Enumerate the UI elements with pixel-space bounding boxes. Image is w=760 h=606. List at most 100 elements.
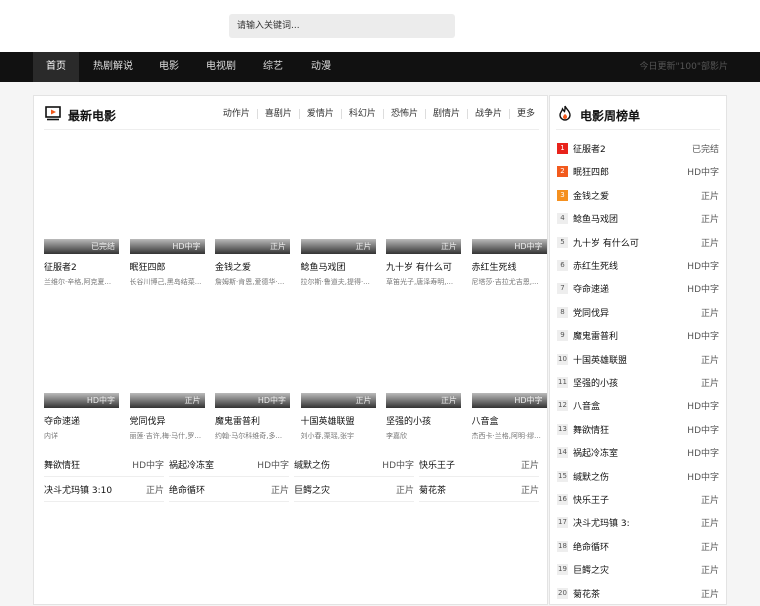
rank-title[interactable]: 眠狂四郎 [573, 165, 609, 178]
rank-title[interactable]: 魔鬼雷普利 [573, 329, 618, 342]
ranking-item[interactable]: 9 魔鬼雷普利 HD中字 [557, 325, 721, 348]
ranking-item[interactable]: 8 党同伐异 正片 [557, 302, 721, 325]
movie-poster[interactable]: HD中字 [215, 288, 290, 408]
movie-poster[interactable]: HD中字 [129, 134, 205, 254]
list-item-name[interactable]: 缄默之伤 [294, 458, 330, 471]
tab-drama[interactable]: 剧情片 [426, 109, 468, 119]
movie-title[interactable]: 征服者2 [44, 260, 119, 273]
nav-item-anime[interactable]: 动漫 [302, 52, 340, 82]
movie-poster[interactable]: 正片 [215, 134, 290, 254]
movie-title[interactable]: 眠狂四郎 [130, 260, 205, 273]
list-item-name[interactable]: 菊花茶 [419, 483, 446, 496]
list-item-name[interactable]: 巨鳄之灾 [294, 483, 330, 496]
list-item-name[interactable]: 快乐王子 [419, 458, 455, 471]
ranking-item[interactable]: 3 金钱之爱 正片 [557, 185, 721, 208]
movie-card[interactable]: 正片 十国英雄联盟 刘小春,栗瑶,张宇 [300, 288, 376, 441]
list-item[interactable]: 祸起冷冻室 HD中字 [169, 454, 289, 477]
ranking-item[interactable]: 1 征服者2 已完结 [557, 138, 721, 161]
nav-item-drama-commentary[interactable]: 热剧解说 [86, 52, 140, 82]
list-item[interactable]: 巨鳄之灾 正片 [294, 479, 414, 502]
movie-title[interactable]: 魔鬼雷普利 [215, 414, 290, 427]
list-item-name[interactable]: 绝命循环 [169, 483, 205, 496]
rank-title[interactable]: 鲶鱼马戏团 [573, 212, 618, 225]
ranking-item[interactable]: 4 鲶鱼马戏团 正片 [557, 208, 721, 231]
movie-title[interactable]: 夺命速递 [44, 414, 119, 427]
movie-title[interactable]: 赤红生死线 [472, 260, 547, 273]
movie-card[interactable]: HD中字 夺命速递 内详 [44, 288, 119, 441]
ranking-item[interactable]: 11 坚强的小孩 正片 [557, 372, 721, 395]
search-input[interactable] [229, 14, 455, 38]
list-item[interactable]: 缄默之伤 HD中字 [294, 454, 414, 477]
movie-title[interactable]: 党同伐异 [130, 414, 205, 427]
ranking-item[interactable]: 2 眠狂四郎 HD中字 [557, 161, 721, 184]
list-item[interactable]: 菊花茶 正片 [419, 479, 539, 502]
ranking-item[interactable]: 13 舞欲情狂 HD中字 [557, 419, 721, 442]
ranking-item[interactable]: 16 快乐王子 正片 [557, 489, 721, 512]
nav-item-home[interactable]: 首页 [33, 52, 79, 82]
movie-card[interactable]: 正片 坚强的小孩 李嘉欣 [386, 288, 461, 441]
movie-poster[interactable]: 正片 [300, 134, 376, 254]
movie-poster[interactable]: 正片 [386, 288, 461, 408]
movie-card[interactable]: HD中字 八音盒 杰西卡·兰格,阿明·缪... [471, 288, 547, 441]
nav-item-movies[interactable]: 电影 [150, 52, 188, 82]
list-item-name[interactable]: 舞欲情狂 [44, 458, 80, 471]
tab-action[interactable]: 动作片 [216, 109, 258, 119]
movie-poster[interactable]: HD中字 [471, 288, 547, 408]
movie-title[interactable]: 鲶鱼马戏团 [301, 260, 376, 273]
movie-poster[interactable]: 已完结 [44, 134, 119, 254]
rank-title[interactable]: 缄默之伤 [573, 470, 609, 483]
rank-title[interactable]: 绝命循环 [573, 540, 609, 553]
rank-title[interactable]: 舞欲情狂 [573, 423, 609, 436]
movie-poster[interactable]: 正片 [129, 288, 205, 408]
list-item[interactable]: 快乐王子 正片 [419, 454, 539, 477]
tab-horror[interactable]: 恐怖片 [384, 109, 426, 119]
ranking-item[interactable]: 7 夺命速递 HD中字 [557, 278, 721, 301]
ranking-item[interactable]: 5 九十岁 有什么可 正片 [557, 232, 721, 255]
rank-title[interactable]: 快乐王子 [573, 493, 609, 506]
movie-title[interactable]: 坚强的小孩 [386, 414, 461, 427]
ranking-item[interactable]: 14 祸起冷冻室 HD中字 [557, 442, 721, 465]
ranking-item[interactable]: 18 绝命循环 正片 [557, 536, 721, 559]
movie-poster[interactable]: 正片 [300, 288, 376, 408]
rank-title[interactable]: 八音盒 [573, 399, 600, 412]
movie-poster[interactable]: HD中字 [44, 288, 119, 408]
movie-card[interactable]: 正片 党同伐异 丽莲·吉许,梅·马什,罗... [129, 288, 205, 441]
rank-title[interactable]: 赤红生死线 [573, 259, 618, 272]
tab-more[interactable]: 更多 [510, 109, 535, 119]
rank-title[interactable]: 决斗尤玛镇 3: [573, 516, 630, 529]
ranking-item[interactable]: 12 八音盒 HD中字 [557, 395, 721, 418]
ranking-item[interactable]: 19 巨鳄之灾 正片 [557, 559, 721, 582]
movie-poster[interactable]: 正片 [386, 134, 461, 254]
movie-title[interactable]: 十国英雄联盟 [301, 414, 376, 427]
rank-title[interactable]: 坚强的小孩 [573, 376, 618, 389]
rank-title[interactable]: 金钱之爱 [573, 189, 609, 202]
nav-item-variety[interactable]: 综艺 [254, 52, 292, 82]
movie-title[interactable]: 九十岁 有什么可 [386, 260, 461, 273]
movie-card[interactable]: 已完结 征服者2 兰维尔·辛格,阿克夏... [44, 134, 119, 287]
list-item-name[interactable]: 决斗尤玛镇 3:10 [44, 483, 112, 496]
movie-title[interactable]: 八音盒 [472, 414, 547, 427]
list-item[interactable]: 决斗尤玛镇 3:10 正片 [44, 479, 164, 502]
ranking-item[interactable]: 20 菊花茶 正片 [557, 583, 721, 606]
rank-title[interactable]: 征服者2 [573, 142, 606, 155]
movie-card[interactable]: 正片 九十岁 有什么可 草笛光子,唐泽寿明,... [386, 134, 461, 287]
rank-title[interactable]: 九十岁 有什么可 [573, 236, 639, 249]
movie-card[interactable]: HD中字 眠狂四郎 长谷川博己,黑岛结菜... [129, 134, 205, 287]
rank-title[interactable]: 菊花茶 [573, 587, 600, 600]
rank-title[interactable]: 十国英雄联盟 [573, 353, 627, 366]
movie-card[interactable]: 正片 金钱之爱 詹姆斯·肯恩,爱德华·... [215, 134, 290, 287]
movie-card[interactable]: HD中字 赤红生死线 尼塔莎·吉拉尤吉恩,... [471, 134, 547, 287]
ranking-item[interactable]: 17 决斗尤玛镇 3: 正片 [557, 512, 721, 535]
movie-poster[interactable]: HD中字 [471, 134, 547, 254]
ranking-item[interactable]: 10 十国英雄联盟 正片 [557, 349, 721, 372]
movie-card[interactable]: HD中字 魔鬼雷普利 约翰·马尔科维奇,多... [215, 288, 290, 441]
ranking-item[interactable]: 15 缄默之伤 HD中字 [557, 466, 721, 489]
tab-scifi[interactable]: 科幻片 [342, 109, 384, 119]
ranking-item[interactable]: 6 赤红生死线 HD中字 [557, 255, 721, 278]
list-item[interactable]: 绝命循环 正片 [169, 479, 289, 502]
list-item[interactable]: 舞欲情狂 HD中字 [44, 454, 164, 477]
tab-comedy[interactable]: 喜剧片 [258, 109, 300, 119]
rank-title[interactable]: 巨鳄之灾 [573, 563, 609, 576]
tab-war[interactable]: 战争片 [468, 109, 510, 119]
rank-title[interactable]: 夺命速递 [573, 282, 609, 295]
